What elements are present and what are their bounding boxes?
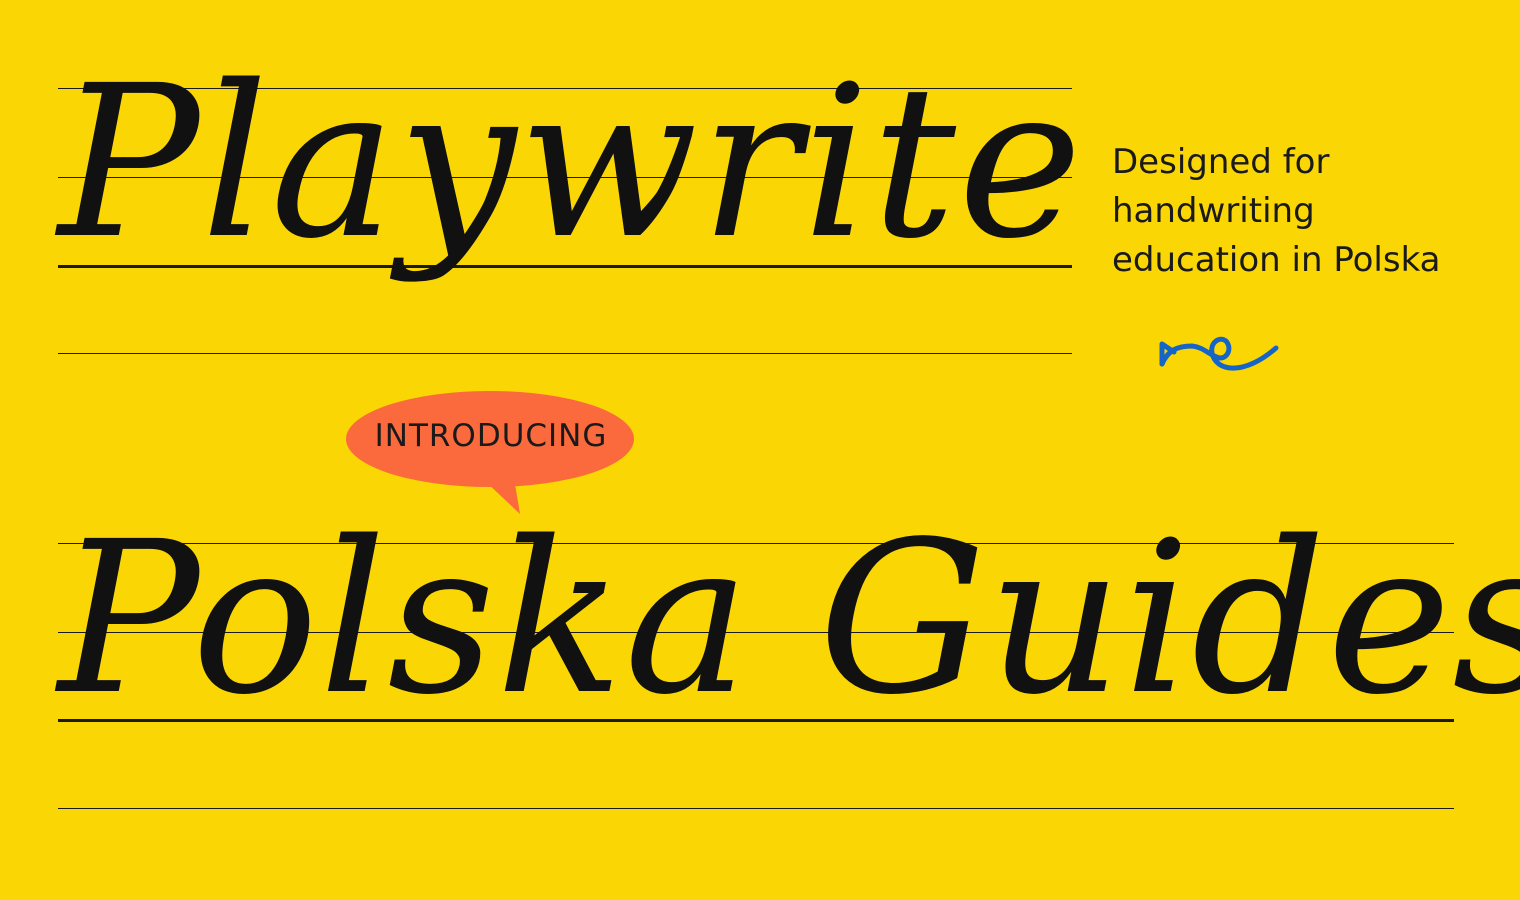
swirl-arrow-icon	[1159, 336, 1279, 371]
tagline: Designed for handwriting education in Po…	[1112, 138, 1512, 285]
headline-primary: Playwrite	[58, 40, 1085, 285]
badge-label: INTRODUCING	[374, 418, 608, 454]
guide-line-descender	[58, 808, 1454, 809]
tagline-line: Designed for	[1112, 142, 1330, 182]
guide-line-descender	[58, 353, 1072, 354]
headline-secondary: Polska Guides	[58, 496, 1520, 741]
tagline-line: education in Polska	[1112, 240, 1441, 280]
tagline-line: handwriting	[1112, 191, 1315, 231]
